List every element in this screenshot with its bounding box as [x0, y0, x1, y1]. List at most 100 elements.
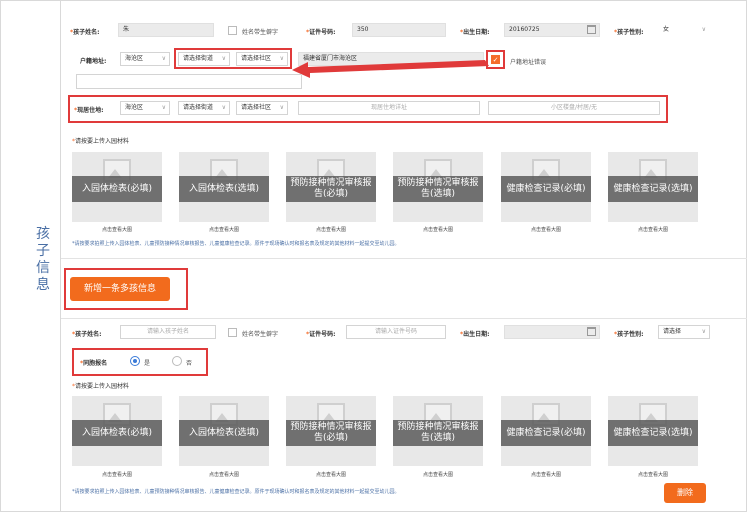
child2-twins-label: *同胞报名: [80, 360, 108, 367]
child1-current-address-input[interactable]: 现居住地详址: [298, 101, 480, 115]
child1-current-label: *现居住地:: [74, 107, 104, 114]
child1-current-street-value: 请选择街道: [183, 104, 214, 111]
view-large-link[interactable]: 点击查看大图: [393, 226, 483, 233]
upload-card-label: 健康检查记录(必填): [501, 420, 591, 446]
child1-current-district-value: 海沧区: [125, 104, 144, 111]
divider: [61, 258, 747, 259]
chevron-down-icon: ∨: [221, 104, 226, 111]
child1-hukou-extra-input[interactable]: [76, 74, 302, 89]
calendar-icon[interactable]: [587, 327, 596, 336]
section-title-char-2: 子: [36, 243, 50, 259]
child1-hukou-wrong-label: 户籍地址错误: [510, 59, 547, 66]
child1-id-input[interactable]: 350: [352, 23, 446, 37]
upload-card[interactable]: 预防接种情况审核报告(选填): [393, 152, 483, 222]
child2-gender-value: 请选择: [663, 328, 682, 335]
upload-card[interactable]: 健康检查记录(选填): [608, 396, 698, 466]
chevron-down-icon: ∨: [221, 55, 226, 62]
view-large-link[interactable]: 点击查看大图: [179, 471, 269, 478]
child1-hukou-district-select[interactable]: 海沧区 ∨: [120, 52, 170, 66]
child1-birth-label: *出生日期:: [460, 29, 490, 36]
upload-card[interactable]: 健康检查记录(必填): [501, 396, 591, 466]
child2-twins-no-label: 否: [186, 360, 193, 367]
view-large-link[interactable]: 点击查看大图: [393, 471, 483, 478]
child2-gender-select[interactable]: 请选择 ∨: [658, 325, 710, 339]
child2-birth-input[interactable]: [504, 325, 600, 339]
upload-card-label: 预防接种情况审核报告(必填): [286, 420, 376, 446]
upload-card-label: 入园体检表(选填): [179, 176, 269, 202]
calendar-icon[interactable]: [587, 25, 596, 34]
child2-upload-label: *请按要上传入园材料: [72, 383, 130, 390]
upload-card[interactable]: 入园体检表(必填): [72, 396, 162, 466]
view-large-link[interactable]: 点击查看大图: [72, 471, 162, 478]
upload-card[interactable]: 入园体检表(选填): [179, 396, 269, 466]
upload-card[interactable]: 预防接种情况审核报告(必填): [286, 396, 376, 466]
child2-id-label: *证件号码:: [306, 331, 336, 338]
child1-hukou-label: 户籍地址:: [80, 58, 107, 65]
child1-upload-label: *请按要上传入园材料: [72, 138, 130, 145]
child1-hukou-community-select[interactable]: 请选择社区 ∨: [236, 52, 288, 66]
delete-button[interactable]: 删除: [664, 483, 706, 503]
chevron-down-icon: ∨: [279, 55, 284, 62]
child2-birth-label: *出生日期:: [460, 331, 490, 338]
section-title-char-1: 孩: [36, 226, 50, 242]
upload-card-label: 健康检查记录(选填): [608, 420, 698, 446]
upload-card-label: 预防接种情况审核报告(选填): [393, 420, 483, 446]
chevron-down-icon: ∨: [279, 104, 284, 111]
child2-name-input[interactable]: 请输入孩子姓名: [120, 325, 216, 339]
upload-card-label: 预防接种情况审核报告(选填): [393, 176, 483, 202]
child1-rare-char-checkbox[interactable]: [228, 26, 237, 35]
view-large-link[interactable]: 点击查看大图: [608, 226, 698, 233]
child1-upload-note: *请按要求拍照上传入园体检表、儿童预防接种情况审核报告、儿童健康检查记录。原件于…: [72, 241, 400, 247]
upload-card[interactable]: 预防接种情况审核报告(选填): [393, 396, 483, 466]
view-large-link[interactable]: 点击查看大图: [501, 226, 591, 233]
upload-card[interactable]: 预防接种情况审核报告(必填): [286, 152, 376, 222]
child1-current-district-select[interactable]: 海沧区 ∨: [120, 101, 170, 115]
child2-twins-yes-radio[interactable]: [130, 356, 140, 366]
child2-id-input[interactable]: 请输入证件号码: [346, 325, 446, 339]
upload-card-label: 入园体检表(选填): [179, 420, 269, 446]
upload-card[interactable]: 入园体检表(必填): [72, 152, 162, 222]
child1-rare-char-label: 姓名带生僻字: [242, 29, 279, 36]
upload-card-label: 健康检查记录(必填): [501, 176, 591, 202]
child1-hukou-wrong-checkbox[interactable]: ✓: [491, 55, 500, 64]
divider: [61, 318, 747, 319]
child1-id-label: *证件号码:: [306, 29, 336, 36]
add-child-button[interactable]: 新增一条多孩信息: [70, 277, 170, 301]
upload-card[interactable]: 健康检查记录(必填): [501, 152, 591, 222]
child1-birth-input[interactable]: 20160725: [504, 23, 600, 37]
child2-upload-note: *请按要求拍照上传入园体检表、儿童预防接种情况审核报告、儿童健康检查记录。原件于…: [72, 489, 400, 495]
section-title: 孩 子 信 息: [36, 226, 50, 294]
child1-gender-value: 女: [663, 26, 670, 33]
chevron-down-icon: ∨: [701, 26, 706, 33]
child1-current-community-select[interactable]: 请选择社区 ∨: [236, 101, 288, 115]
view-large-link[interactable]: 点击查看大图: [608, 471, 698, 478]
view-large-link[interactable]: 点击查看大图: [501, 471, 591, 478]
section-title-char-3: 信: [36, 260, 50, 276]
child1-hukou-street-select[interactable]: 请选择街道 ∨: [178, 52, 230, 66]
child2-rare-char-label: 姓名带生僻字: [242, 331, 279, 338]
child1-current-estate-input[interactable]: 小区楼盘/村居/无: [488, 101, 660, 115]
child2-rare-char-checkbox[interactable]: [228, 328, 237, 337]
upload-card[interactable]: 入园体检表(选填): [179, 152, 269, 222]
annotation-arrow-icon: [292, 60, 489, 78]
child1-current-community-value: 请选择社区: [241, 104, 272, 111]
child2-name-label: *孩子姓名:: [72, 331, 102, 338]
child2-twins-yes-label: 是: [144, 360, 151, 367]
view-large-link[interactable]: 点击查看大图: [179, 226, 269, 233]
upload-card-label: 健康检查记录(选填): [608, 176, 698, 202]
chevron-down-icon: ∨: [701, 328, 706, 335]
child1-hukou-street-value: 请选择街道: [183, 55, 214, 62]
child1-gender-label: *孩子性别:: [614, 29, 644, 36]
upload-card-label: 预防接种情况审核报告(必填): [286, 176, 376, 202]
child2-twins-no-radio[interactable]: [172, 356, 182, 366]
view-large-link[interactable]: 点击查看大图: [286, 471, 376, 478]
child1-name-input[interactable]: 朱: [118, 23, 214, 37]
child1-current-street-select[interactable]: 请选择街道 ∨: [178, 101, 230, 115]
child1-gender-select[interactable]: 女 ∨: [658, 23, 710, 37]
child1-hukou-community-value: 请选择社区: [241, 55, 272, 62]
view-large-link[interactable]: 点击查看大图: [72, 226, 162, 233]
upload-card[interactable]: 健康检查记录(选填): [608, 152, 698, 222]
section-label-column: [0, 0, 61, 512]
view-large-link[interactable]: 点击查看大图: [286, 226, 376, 233]
upload-card-label: 入园体检表(必填): [72, 420, 162, 446]
